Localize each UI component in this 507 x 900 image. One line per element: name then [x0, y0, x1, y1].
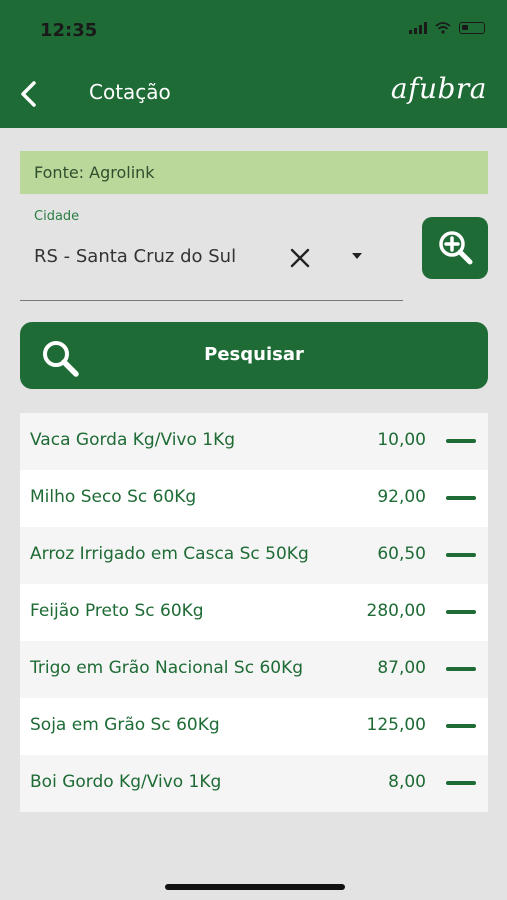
quote-name: Milho Seco Sc 60Kg [30, 487, 197, 507]
battery-icon [459, 22, 485, 34]
quote-row[interactable]: Arroz Irrigado em Casca Sc 50Kg 60,50 [20, 527, 488, 584]
quote-name: Feijão Preto Sc 60Kg [30, 601, 204, 621]
quotes-list: Vaca Gorda Kg/Vivo 1Kg 10,00 Milho Seco Sc… [20, 413, 488, 812]
brand-logo: afubra [390, 72, 487, 105]
back-button[interactable] [16, 78, 44, 110]
quote-price: 92,00 [377, 487, 426, 507]
quote-row[interactable]: Boi Gordo Kg/Vivo 1Kg 8,00 [20, 755, 488, 812]
neutral-dash-icon [446, 610, 476, 614]
app-header: 12:35 Cotação afubra [0, 0, 507, 128]
neutral-dash-icon [446, 496, 476, 500]
neutral-dash-icon [446, 724, 476, 728]
quote-name: Vaca Gorda Kg/Vivo 1Kg [30, 430, 236, 450]
search-button-label: Pesquisar [204, 344, 304, 365]
quote-row[interactable]: Feijão Preto Sc 60Kg 280,00 [20, 584, 488, 641]
quote-name: Arroz Irrigado em Casca Sc 50Kg [30, 544, 309, 564]
neutral-dash-icon [446, 439, 476, 443]
signal-icon [409, 22, 427, 34]
status-icons [409, 22, 485, 34]
zoom-in-icon [439, 231, 473, 265]
quote-price: 125,00 [366, 715, 426, 735]
quote-row[interactable]: Vaca Gorda Kg/Vivo 1Kg 10,00 [20, 413, 488, 470]
quote-row[interactable]: Soja em Grão Sc 60Kg 125,00 [20, 698, 488, 755]
wifi-icon [435, 22, 451, 34]
quote-name: Trigo em Grão Nacional Sc 60Kg [30, 658, 304, 678]
quote-row[interactable]: Milho Seco Sc 60Kg 92,00 [20, 470, 488, 527]
quote-price: 280,00 [366, 601, 426, 621]
close-icon [290, 248, 310, 268]
home-indicator[interactable] [165, 884, 345, 890]
neutral-dash-icon [446, 553, 476, 557]
neutral-dash-icon [446, 667, 476, 671]
search-button[interactable]: Pesquisar [20, 322, 488, 389]
quote-row[interactable]: Trigo em Grão Nacional Sc 60Kg 87,00 [20, 641, 488, 698]
clear-city-button[interactable] [288, 246, 312, 270]
quote-price: 87,00 [377, 658, 426, 678]
city-select[interactable]: RS - Santa Cruz do Sul [34, 246, 236, 267]
source-banner: Fonte: Agrolink [20, 151, 488, 194]
quote-name: Boi Gordo Kg/Vivo 1Kg [30, 772, 222, 792]
quote-price: 60,50 [377, 544, 426, 564]
zoom-button[interactable] [422, 217, 488, 279]
quote-price: 10,00 [377, 430, 426, 450]
chevron-left-icon [21, 81, 36, 107]
quote-price: 8,00 [388, 772, 426, 792]
neutral-dash-icon [446, 781, 476, 785]
page-title: Cotação [89, 80, 171, 104]
dropdown-arrow-icon[interactable] [352, 253, 362, 259]
city-field-underline [20, 300, 403, 301]
city-field-label: Cidade [34, 209, 80, 224]
quote-name: Soja em Grão Sc 60Kg [30, 715, 220, 735]
status-time: 12:35 [40, 20, 98, 41]
